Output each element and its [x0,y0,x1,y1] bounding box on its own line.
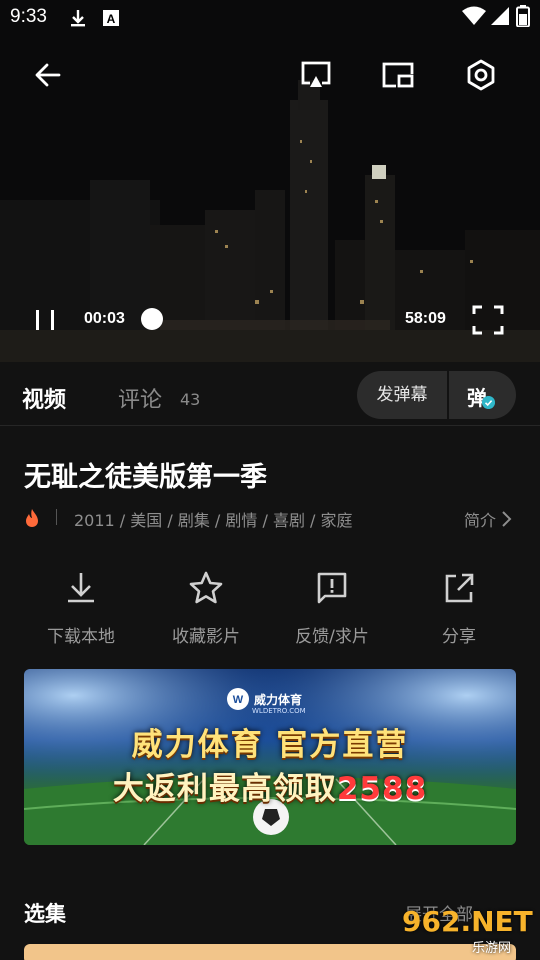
danmu-toggle-button[interactable]: 弹 [449,371,516,419]
settings-icon [467,59,495,91]
signal-icon [491,7,509,25]
episodes-title: 选集 [24,902,66,926]
share-icon [445,573,474,603]
favorite-button[interactable]: 收藏影片 [141,566,271,647]
cast-button[interactable] [296,55,336,95]
banner-subline-text: 大返利最高领取 [112,771,337,807]
video-frame-city-night [0,0,540,362]
danmu-controls: 发弹幕 弹 [357,371,516,419]
check-icon [482,396,495,409]
download-icon [71,10,85,27]
banner-bonus-amount: 2588 [336,771,428,807]
video-meta: 2011 / 美国 / 剧集 / 剧情 / 喜剧 / 家庭 简介 [24,506,516,530]
video-title: 无耻之徒美版第一季 [24,462,267,493]
settings-button[interactable] [461,55,501,95]
pause-button[interactable] [30,306,60,334]
current-time: 00:03 [84,310,125,327]
comment-count: 43 [180,390,201,409]
video-tags: 2011 / 美国 / 剧集 / 剧情 / 喜剧 / 家庭 [74,511,353,530]
video-player[interactable]: 9:33 A 00:03 58:09 [0,0,540,362]
seek-slider-thumb[interactable] [141,308,163,330]
pip-button[interactable] [378,55,418,95]
download-button[interactable]: 下载本地 [16,566,146,647]
ad-banner[interactable]: W 威力体育 WLDETRO.COM 威力体育 官方直营 大返利最高领取2588 [24,669,516,845]
total-duration: 58:09 [405,310,446,327]
pip-icon [382,62,414,88]
svg-text:W: W [233,694,244,706]
feedback-icon [317,572,347,604]
feedback-button[interactable]: 反馈/求片 [267,566,397,647]
brand-url: WLDETRO.COM [252,707,306,715]
favorite-label: 收藏影片 [172,627,240,647]
send-danmu-button[interactable]: 发弹幕 [357,371,447,419]
chevron-right-icon [502,511,512,527]
brand-name: 威力体育 [254,693,303,707]
back-arrow-icon [35,63,61,87]
back-button[interactable] [28,55,68,95]
intro-link[interactable]: 简介 [464,507,512,531]
download-label: 下载本地 [47,627,115,647]
android-a-icon: A [103,10,119,26]
banner-headline: 威力体育 官方直营 [131,727,409,763]
watermark-logo: 962.NET [402,905,533,938]
battery-icon [516,5,530,27]
tab-comments[interactable]: 评论 [118,382,162,414]
meta-divider [56,509,57,525]
detail-tabs: 视频 评论 43 发弹幕 弹 [0,362,540,426]
status-time: 9:33 [10,6,47,27]
feedback-label: 反馈/求片 [295,627,369,647]
site-watermark: 962.NET 乐游网 [400,905,536,957]
star-icon [189,571,223,604]
banner-subline: 大返利最高领取2588 [24,763,516,808]
share-label: 分享 [442,627,476,647]
watermark-text: 乐游网 [472,941,512,956]
svg-text:A: A [107,12,116,26]
fire-icon [26,509,38,527]
fullscreen-button[interactable] [471,304,505,336]
cast-icon [301,61,331,87]
fullscreen-icon [472,305,504,335]
download-icon [68,573,94,603]
brand-logo-icon: W [227,688,249,710]
wifi-icon [462,6,486,25]
share-button[interactable]: 分享 [394,566,524,647]
tab-video[interactable]: 视频 [22,382,66,414]
status-bar: 9:33 A [0,0,540,36]
intro-label: 简介 [463,511,496,530]
pause-icon [36,310,54,330]
action-bar: 下载本地 收藏影片 反馈/求片 分享 [0,566,540,647]
